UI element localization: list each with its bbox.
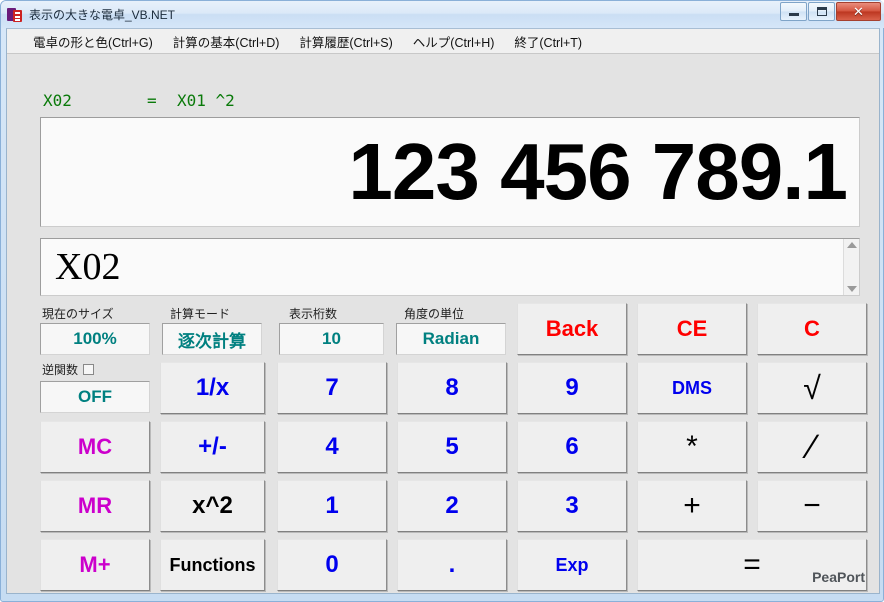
key-6[interactable]: 6 (517, 421, 627, 473)
main-display[interactable]: 123 456 789.1 (40, 117, 860, 227)
key-8[interactable]: 8 (397, 362, 507, 414)
key-reciprocal[interactable]: 1/x (160, 362, 265, 414)
key-minus[interactable]: − (757, 480, 867, 532)
formula-line: X02 = X01 ^2 (43, 91, 235, 110)
key-1[interactable]: 1 (277, 480, 387, 532)
key-back[interactable]: Back (517, 303, 627, 355)
label-calc-mode: 計算モード (170, 307, 231, 321)
key-exponent[interactable]: Exp (517, 539, 627, 591)
key-c[interactable]: C (757, 303, 867, 355)
key-5[interactable]: 5 (397, 421, 507, 473)
key-memory-recall[interactable]: MR (40, 480, 150, 532)
expression-scrollbar[interactable] (843, 239, 859, 295)
value-calc-mode[interactable]: 逐次計算 (162, 323, 262, 355)
key-decimal-point[interactable]: . (397, 539, 507, 591)
key-3[interactable]: 3 (517, 480, 627, 532)
minimize-button[interactable] (780, 2, 807, 21)
key-plus[interactable]: + (637, 480, 747, 532)
formula-rhs: X01 ^2 (177, 91, 235, 110)
formula-equals-sign: = (147, 91, 157, 110)
key-2[interactable]: 2 (397, 480, 507, 532)
maximize-button[interactable] (808, 2, 835, 21)
app-logo-icon (7, 7, 23, 23)
scroll-down-icon[interactable] (846, 286, 857, 292)
scroll-up-icon[interactable] (846, 242, 857, 248)
menu-bar: 電卓の形と色(Ctrl+G) 計算の基本(Ctrl+D) 計算履歴(Ctrl+S… (7, 29, 879, 54)
formula-lhs: X02 (43, 91, 72, 110)
key-dms[interactable]: DMS (637, 362, 747, 414)
key-7[interactable]: 7 (277, 362, 387, 414)
key-square-root[interactable]: √ (757, 362, 867, 414)
client-area: 電卓の形と色(Ctrl+G) 計算の基本(Ctrl+D) 計算履歴(Ctrl+S… (6, 28, 880, 594)
key-plus-minus[interactable]: +/- (160, 421, 265, 473)
menu-item-shape-color[interactable]: 電卓の形と色(Ctrl+G) (23, 29, 163, 54)
value-inverse-function[interactable]: OFF (40, 381, 150, 413)
key-memory-add[interactable]: M+ (40, 539, 150, 591)
menu-item-basics[interactable]: 計算の基本(Ctrl+D) (163, 29, 290, 54)
key-4[interactable]: 4 (277, 421, 387, 473)
minimize-icon (788, 13, 799, 16)
window-controls: ✕ (780, 2, 881, 21)
display-value: 123 456 789.1 (348, 127, 848, 216)
window-title: 表示の大きな電卓_VB.NET (29, 8, 176, 22)
key-divide[interactable]: ∕ (757, 421, 867, 473)
close-button[interactable]: ✕ (836, 2, 881, 21)
value-angle-unit[interactable]: Radian (396, 323, 506, 355)
menu-item-help[interactable]: ヘルプ(Ctrl+H) (403, 29, 505, 54)
label-current-size: 現在のサイズ (42, 307, 114, 321)
footer-brand: PeaPort (812, 569, 865, 585)
key-ce[interactable]: CE (637, 303, 747, 355)
maximize-icon (816, 7, 827, 16)
key-functions[interactable]: Functions (160, 539, 265, 591)
key-0[interactable]: 0 (277, 539, 387, 591)
close-icon: ✕ (853, 4, 864, 19)
value-current-size[interactable]: 100% (40, 323, 150, 355)
key-square[interactable]: x^2 (160, 480, 265, 532)
application-window: 表示の大きな電卓_VB.NET ✕ 電卓の形と色(Ctrl+G) 計算の基本(C… (0, 0, 884, 602)
label-inverse-function: 逆関数 (42, 363, 79, 377)
label-display-digits: 表示桁数 (289, 307, 338, 321)
key-9[interactable]: 9 (517, 362, 627, 414)
label-angle-unit: 角度の単位 (404, 307, 465, 321)
expression-value[interactable]: X02 (41, 239, 843, 295)
menu-item-history[interactable]: 計算履歴(Ctrl+S) (289, 29, 402, 54)
value-display-digits[interactable]: 10 (279, 323, 384, 355)
expression-field[interactable]: X02 (40, 238, 860, 296)
inverse-function-row[interactable]: 逆関数 (42, 361, 95, 378)
menu-item-exit[interactable]: 終了(Ctrl+T) (504, 29, 592, 54)
inverse-function-checkbox[interactable] (83, 364, 95, 375)
title-bar[interactable]: 表示の大きな電卓_VB.NET ✕ (1, 1, 884, 28)
key-multiply[interactable]: * (637, 421, 747, 473)
key-memory-clear[interactable]: MC (40, 421, 150, 473)
